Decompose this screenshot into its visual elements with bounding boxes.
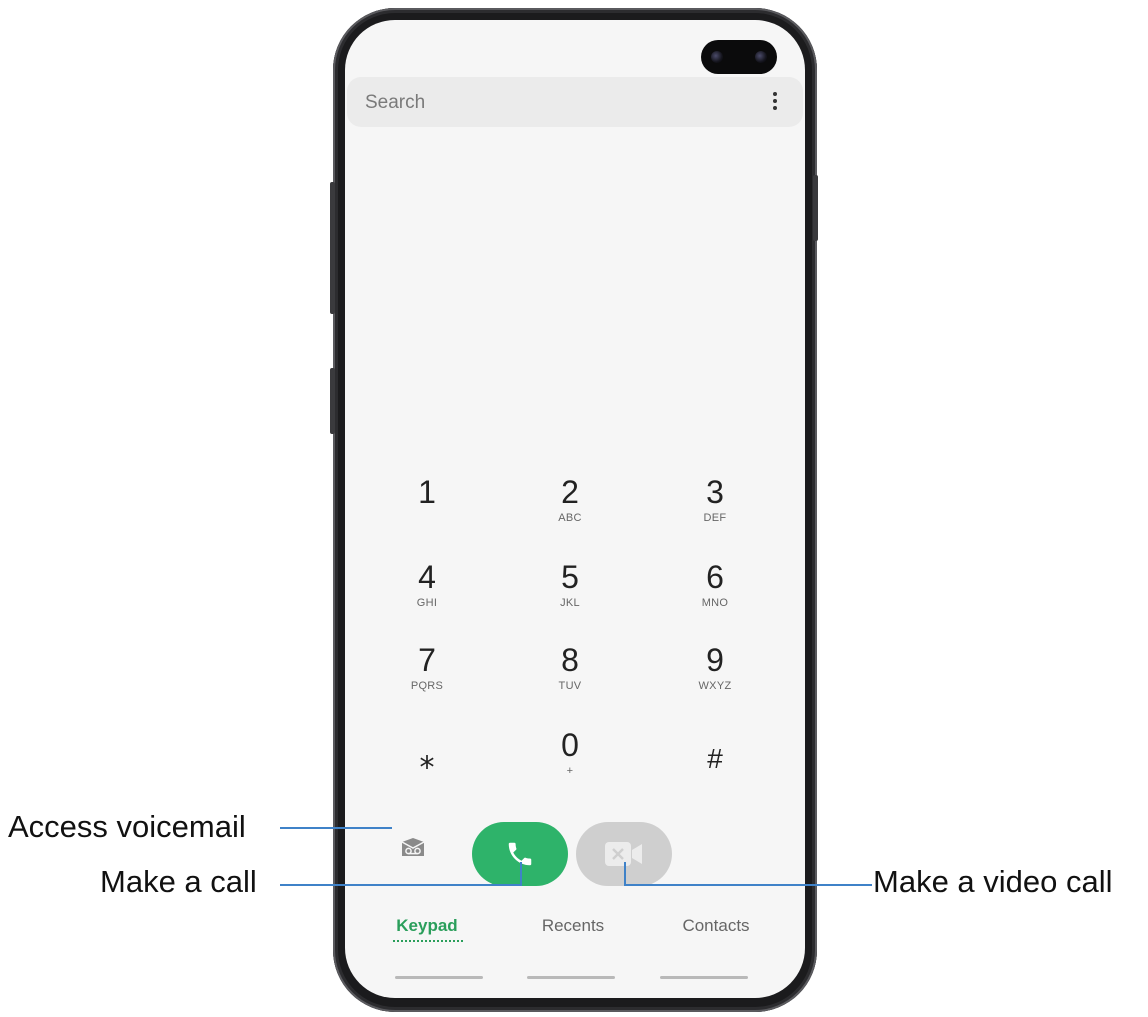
- power-button: [813, 175, 818, 241]
- key-letters: TUV: [558, 680, 582, 692]
- key-hash[interactable]: #: [655, 742, 775, 812]
- key-digit: #: [707, 743, 723, 774]
- nav-bar-item: [660, 976, 748, 979]
- key-3[interactable]: 3 DEF: [655, 475, 775, 545]
- voicemail-icon[interactable]: [401, 837, 425, 857]
- key-digit: ⁎: [419, 742, 435, 775]
- key-letters: +: [566, 765, 574, 777]
- key-0[interactable]: 0 +: [510, 728, 630, 798]
- key-digit: 8: [561, 642, 579, 678]
- tab-keypad[interactable]: Keypad: [367, 916, 487, 936]
- key-digit: 1: [418, 474, 436, 510]
- key-digit: 9: [706, 642, 724, 678]
- key-7[interactable]: 7 PQRS: [367, 643, 487, 713]
- key-4[interactable]: 4 GHI: [367, 560, 487, 630]
- key-digit: 5: [561, 559, 579, 595]
- callout-line: [624, 884, 872, 886]
- nav-bar-item: [395, 976, 483, 979]
- phone-screen: Search 1 2 ABC 3 DEF 4 GHI 5 JKL 6 MNO 7…: [345, 20, 805, 998]
- key-letters: GHI: [416, 597, 438, 609]
- key-2[interactable]: 2 ABC: [510, 475, 630, 545]
- tab-contacts[interactable]: Contacts: [656, 916, 776, 936]
- key-9[interactable]: 9 WXYZ: [655, 643, 775, 713]
- volume-button: [330, 368, 335, 434]
- callout-line: [520, 862, 522, 886]
- key-1[interactable]: 1: [367, 475, 487, 545]
- key-8[interactable]: 8 TUV: [510, 643, 630, 713]
- key-star[interactable]: ⁎: [367, 742, 487, 812]
- callout-video: Make a video call: [873, 864, 1113, 899]
- key-letters: ABC: [558, 512, 582, 524]
- callout-voicemail: Access voicemail: [8, 809, 246, 844]
- key-letters: DEF: [703, 512, 727, 524]
- key-6[interactable]: 6 MNO: [655, 560, 775, 630]
- key-letters: JKL: [560, 597, 580, 609]
- key-letters: WXYZ: [698, 680, 732, 692]
- key-digit: 4: [418, 559, 436, 595]
- tab-recents[interactable]: Recents: [513, 916, 633, 936]
- key-5[interactable]: 5 JKL: [510, 560, 630, 630]
- active-tab-indicator: [393, 940, 463, 942]
- key-digit: 2: [561, 474, 579, 510]
- callout-call: Make a call: [100, 864, 257, 899]
- key-digit: 0: [561, 727, 579, 763]
- bixby-button: [330, 182, 335, 314]
- key-letters: PQRS: [410, 680, 444, 692]
- callout-line: [624, 862, 626, 886]
- callout-line: [280, 884, 522, 886]
- key-digit: 7: [418, 642, 436, 678]
- key-letters: MNO: [701, 597, 729, 609]
- key-digit: 6: [706, 559, 724, 595]
- key-digit: 3: [706, 474, 724, 510]
- callout-line: [280, 827, 392, 829]
- nav-bar-item: [527, 976, 615, 979]
